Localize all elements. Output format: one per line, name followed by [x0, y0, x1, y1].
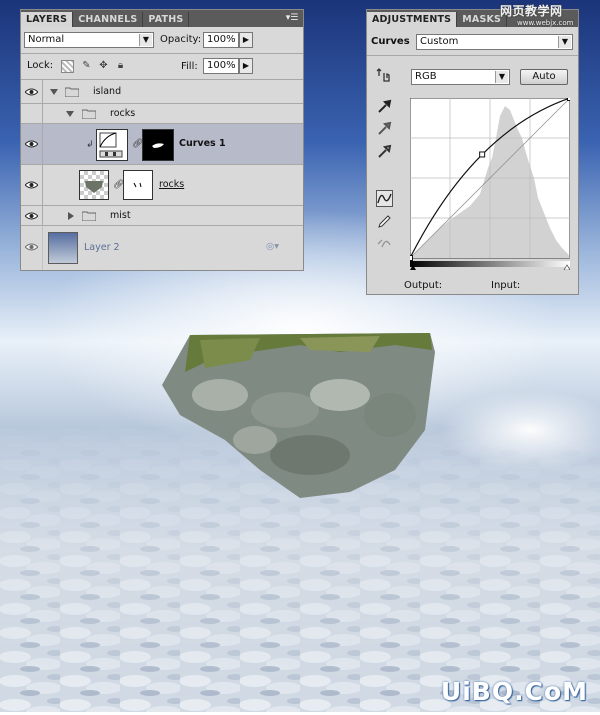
visibility-toggle[interactable] [21, 104, 43, 123]
opacity-field[interactable]: 100% [203, 32, 239, 48]
expand-triangle-icon[interactable] [68, 212, 74, 220]
eyedropper-icon[interactable] [376, 98, 393, 115]
pencil-glyph [378, 215, 391, 228]
clipping-arrow-icon: ↲ [86, 140, 94, 150]
layer-name: rocks [110, 108, 136, 119]
eye-icon [25, 88, 38, 96]
chevron-down-icon: ▼ [495, 71, 508, 83]
lock-position-icon[interactable]: ✥ [98, 60, 109, 71]
folder-icon [65, 87, 79, 97]
eye-icon [25, 243, 38, 251]
mask-shape [152, 143, 164, 148]
eye-icon [25, 140, 38, 148]
adjustments-panel: ADJUSTMENTS MASKS Curves Custom ▼ RGB ▼ … [366, 9, 579, 295]
fill-value: 100% [207, 60, 236, 71]
tab-adjustments[interactable]: ADJUSTMENTS [367, 12, 458, 27]
layer-thumbnail[interactable] [79, 170, 109, 200]
eyedropper-gray-glyph [378, 121, 392, 135]
opacity-label: Opacity: [160, 34, 202, 45]
layer-mask-thumbnail[interactable] [142, 129, 174, 161]
lock-pixels-icon[interactable]: ✎ [81, 60, 92, 71]
smooth-icon[interactable] [376, 235, 393, 252]
tab-paths[interactable]: PATHS [143, 12, 190, 27]
visibility-toggle[interactable] [21, 80, 43, 103]
site-watermark-url: www.webjx.com [517, 19, 574, 27]
rock-thumbnail-image [85, 181, 103, 193]
adjustment-title: Curves [371, 36, 410, 47]
output-label: Output: [404, 280, 443, 291]
curves-adjustment-thumbnail[interactable] [96, 129, 128, 161]
expand-triangle-icon[interactable] [66, 111, 74, 117]
curve-control-point[interactable] [410, 255, 413, 261]
lock-all-icon[interactable]: 🔒︎ [115, 60, 126, 71]
layer-name: rocks [159, 179, 185, 190]
fill-field[interactable]: 100% [203, 58, 239, 74]
layer-row-mist[interactable]: mist [21, 206, 303, 226]
layer-row-rocks-group[interactable]: rocks [21, 104, 303, 124]
lock-transparency-icon[interactable] [61, 60, 74, 73]
curve-tool-icon[interactable] [376, 190, 393, 207]
input-label: Input: [491, 280, 521, 291]
blend-mode-value: Normal [28, 34, 65, 45]
divider [367, 55, 578, 56]
visibility-toggle[interactable] [21, 165, 43, 205]
curves-graph[interactable] [410, 98, 570, 270]
eye-icon [25, 181, 38, 189]
layer-name: Layer 2 [84, 242, 120, 253]
lock-label: Lock: [27, 60, 54, 71]
panel-menu-icon[interactable]: ▾☰ [285, 13, 299, 24]
fill-slider-button[interactable]: ▶ [239, 58, 253, 74]
channel-value: RGB [415, 71, 437, 82]
layer-row-island[interactable]: island [21, 80, 303, 104]
smooth-glyph [377, 239, 391, 248]
folder-icon [82, 109, 96, 119]
layer-options-icon[interactable]: ◎▾ [266, 241, 279, 252]
visibility-toggle[interactable] [21, 124, 43, 164]
eye-icon [25, 212, 38, 220]
layer-mask-thumbnail[interactable] [123, 170, 153, 200]
input-gradient-bar [410, 261, 570, 267]
channel-select[interactable]: RGB ▼ [411, 69, 510, 85]
layer-row-curves-1[interactable]: ↲ 🔗︎ Curves 1 [21, 124, 303, 165]
opacity-value: 100% [207, 34, 236, 45]
preset-value: Custom [420, 36, 459, 47]
chevron-down-icon: ▼ [139, 34, 152, 46]
site-watermark: 网页教学网 [500, 4, 563, 18]
eyedropper-black-glyph [378, 99, 392, 113]
tab-layers[interactable]: LAYERS [21, 12, 74, 27]
chevron-down-icon: ▼ [558, 36, 571, 48]
curve-control-point[interactable] [479, 151, 486, 158]
layer-row-layer-2[interactable]: Layer 2 ◎▾ [21, 226, 303, 270]
mask-shape [133, 182, 142, 188]
pencil-icon[interactable] [376, 213, 393, 230]
layer-row-rocks[interactable]: 🔗︎ rocks [21, 165, 303, 206]
layer-name: mist [110, 210, 131, 221]
divider [21, 53, 303, 54]
tab-channels[interactable]: CHANNELS [73, 12, 144, 27]
layer-thumbnail[interactable] [48, 232, 78, 264]
folder-icon [82, 211, 96, 221]
curve-control-point[interactable] [567, 98, 571, 101]
curve-glyph [377, 193, 392, 204]
curve-tool-icon [99, 132, 123, 158]
layer-name: Curves 1 [179, 138, 226, 149]
layers-panel-tabs: LAYERS CHANNELS PATHS ▾☰ [21, 10, 303, 27]
layer-name: island [93, 86, 122, 97]
opacity-slider-button[interactable]: ▶ [239, 32, 253, 48]
site-logo: UiBQ.CoM [440, 677, 588, 706]
eyedropper-white-glyph [378, 144, 392, 158]
eyedropper-icon[interactable] [376, 120, 393, 137]
layers-panel: LAYERS CHANNELS PATHS ▾☰ Normal ▼ Opacit… [20, 9, 304, 271]
pointer-hand-icon[interactable] [376, 67, 393, 84]
target-adjust-glyph [376, 68, 390, 82]
visibility-toggle[interactable] [21, 206, 43, 225]
eyedropper-icon[interactable] [376, 143, 393, 160]
fill-label: Fill: [181, 61, 198, 72]
auto-button[interactable]: Auto [520, 69, 568, 85]
blend-mode-select[interactable]: Normal ▼ [24, 32, 154, 48]
expand-triangle-icon[interactable] [50, 89, 58, 95]
visibility-toggle[interactable] [21, 226, 43, 270]
preset-select[interactable]: Custom ▼ [416, 34, 573, 50]
